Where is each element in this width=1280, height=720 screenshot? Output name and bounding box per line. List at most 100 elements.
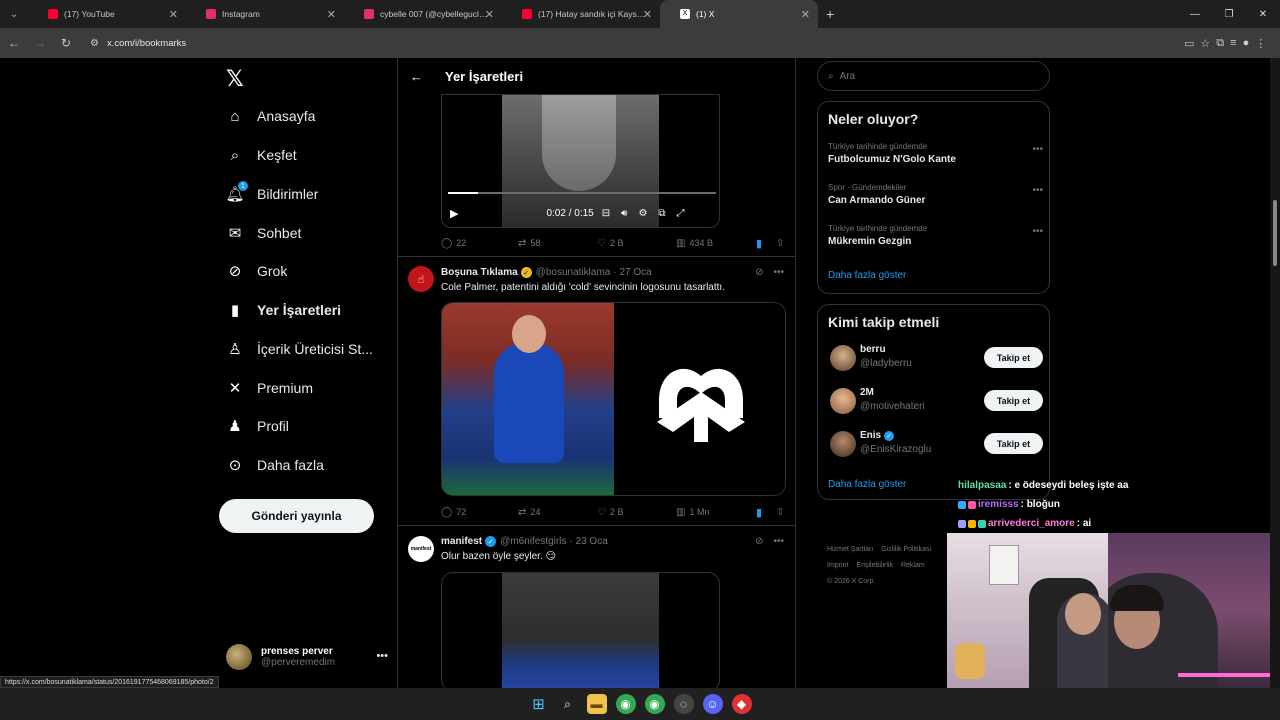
- forward-button[interactable]: →: [28, 31, 52, 55]
- reload-button[interactable]: ↻: [54, 31, 78, 55]
- more-icon[interactable]: •••: [376, 650, 388, 662]
- folder-icon[interactable]: ▬: [586, 694, 607, 714]
- reply-button[interactable]: ◯ 72: [441, 507, 518, 518]
- nav-bookmarks[interactable]: ▮ Yer İşaretleri: [226, 295, 341, 325]
- footer-link[interactable]: Imprint: [827, 562, 848, 569]
- tweet-date[interactable]: · 23 Oca: [569, 536, 607, 547]
- author-name[interactable]: Boşuna Tıklama: [441, 267, 518, 278]
- author-handle[interactable]: @bosunatiklama: [536, 267, 611, 278]
- back-arrow-icon[interactable]: ←: [410, 69, 423, 84]
- avatar[interactable]: ☝: [408, 266, 434, 292]
- like-button[interactable]: ♡ 2 B: [597, 238, 676, 249]
- logo-photo[interactable]: [614, 303, 785, 495]
- avatar[interactable]: manifest: [408, 536, 434, 562]
- footer-link[interactable]: Reklam: [901, 562, 925, 569]
- video-player[interactable]: ▶ 0:02 / 0:15 ⊟ 🔊︎ ⚙ ⧉ ⤢: [441, 94, 720, 228]
- settings-icon[interactable]: ⚙: [638, 208, 647, 219]
- share-icon[interactable]: ⇧: [776, 507, 784, 518]
- page-scrollbar[interactable]: [1270, 58, 1280, 688]
- footer-link[interactable]: Hizmet Şartları: [827, 546, 873, 553]
- tweet-photo[interactable]: [441, 302, 786, 496]
- new-tab-button[interactable]: +: [826, 6, 834, 22]
- close-icon[interactable]: ✕: [327, 8, 336, 21]
- post-button[interactable]: Gönderi yayınla: [219, 499, 374, 533]
- player-photo[interactable]: [442, 303, 614, 495]
- nav-chat[interactable]: ✉ Sohbet: [226, 218, 302, 248]
- close-icon[interactable]: ✕: [485, 8, 494, 21]
- nav-grok[interactable]: ⊘ Grok: [226, 256, 288, 286]
- close-icon[interactable]: ✕: [801, 8, 810, 21]
- nav-home[interactable]: ⌂ Anasayfa: [226, 101, 315, 131]
- x-logo-icon[interactable]: 𝕏: [226, 66, 244, 92]
- more-icon[interactable]: •••: [1032, 226, 1043, 237]
- more-icon[interactable]: •••: [1032, 185, 1043, 196]
- tab-instagram[interactable]: Instagram ✕: [186, 0, 344, 28]
- captions-icon[interactable]: ⊟: [602, 208, 610, 219]
- pip-icon[interactable]: ⧉: [658, 208, 665, 219]
- chrome-icon[interactable]: ◉: [615, 694, 636, 714]
- follow-suggestion[interactable]: Enis ✓ @EnisKirazoglu Takip et: [828, 429, 1043, 461]
- follow-suggestion[interactable]: 2M @motivehateri Takip et: [828, 386, 1043, 418]
- grok-icon[interactable]: ⊘: [755, 267, 763, 278]
- like-button[interactable]: ♡ 2 B: [597, 507, 676, 518]
- repost-button[interactable]: ⇄ 24: [518, 507, 597, 518]
- search-input[interactable]: ⌕ Ara: [817, 61, 1050, 91]
- play-icon[interactable]: ▶: [450, 207, 458, 220]
- close-window-button[interactable]: ✕: [1246, 0, 1280, 28]
- share-icon[interactable]: ⇧: [776, 238, 784, 249]
- more-icon[interactable]: •••: [773, 536, 784, 547]
- obs-icon[interactable]: ◌: [673, 694, 694, 714]
- restore-button[interactable]: ❐: [1212, 0, 1246, 28]
- nav-explore[interactable]: ⌕ Keşfet: [226, 140, 297, 170]
- views-button[interactable]: ▥ 1 Mn: [676, 507, 756, 518]
- back-button[interactable]: ←: [2, 31, 26, 55]
- puzzle-icon[interactable]: ⧉: [1216, 37, 1224, 50]
- discord-icon[interactable]: ☺: [702, 694, 723, 714]
- trend-item[interactable]: Türkiye tarihinde gündemde Mükremin Gezg…: [828, 224, 1043, 247]
- footer-link[interactable]: Erişilebilirlik: [856, 562, 893, 569]
- volume-icon[interactable]: 🔊︎: [621, 208, 627, 219]
- menu-icon[interactable]: ⋮: [1255, 37, 1266, 50]
- video-progress[interactable]: [448, 192, 716, 194]
- nav-notifications[interactable]: 🔔︎ 1 Bildirimler: [225, 179, 318, 209]
- app-icon[interactable]: ◆: [731, 694, 752, 714]
- show-more-link[interactable]: Daha fazla göster: [828, 270, 906, 281]
- follow-button[interactable]: Takip et: [984, 347, 1043, 368]
- account-switcher[interactable]: prenses perver @perveremedim •••: [226, 642, 396, 672]
- follow-button[interactable]: Takip et: [984, 390, 1043, 411]
- media-icon[interactable]: ≡: [1230, 37, 1236, 50]
- bookmark-icon[interactable]: ▮: [756, 506, 776, 519]
- grok-icon[interactable]: ⊘: [755, 536, 763, 547]
- minimize-button[interactable]: —: [1178, 0, 1212, 28]
- scrollbar-thumb[interactable]: [1273, 200, 1277, 266]
- trend-item[interactable]: Türkiye tarihinde gündemde Futbolcumuz N…: [828, 142, 1043, 165]
- views-button[interactable]: ▥ 434 B: [676, 238, 756, 249]
- chrome-icon[interactable]: ◉: [644, 694, 665, 714]
- reply-button[interactable]: ◯ 22: [441, 238, 518, 249]
- tab-x[interactable]: X (1) X ✕: [660, 0, 818, 28]
- repost-button[interactable]: ⇄ 58: [518, 238, 597, 249]
- author-name[interactable]: manifest: [441, 536, 482, 547]
- tab-search-icon[interactable]: ⌄: [0, 0, 28, 28]
- trend-item[interactable]: Spor · Gündemdekiler Can Armando Güner •…: [828, 183, 1043, 206]
- url-field[interactable]: ⚙ x.com/i/bookmarks: [84, 31, 1174, 55]
- search-icon[interactable]: ⌕: [558, 694, 578, 714]
- more-icon[interactable]: •••: [1032, 144, 1043, 155]
- show-more-link[interactable]: Daha fazla göster: [828, 479, 906, 490]
- close-icon[interactable]: ✕: [643, 8, 652, 21]
- profile-icon[interactable]: ●: [1243, 37, 1250, 50]
- close-icon[interactable]: ✕: [169, 8, 178, 21]
- windows-start-icon[interactable]: ⊞: [529, 694, 549, 714]
- site-info-icon[interactable]: ⚙: [90, 38, 99, 49]
- cast-icon[interactable]: ▭: [1184, 37, 1194, 50]
- tab-youtube[interactable]: (17) YouTube ✕: [28, 0, 186, 28]
- fullscreen-icon[interactable]: ⤢: [677, 208, 685, 219]
- tweet-video[interactable]: [441, 572, 720, 688]
- nav-premium[interactable]: ✕ Premium: [226, 373, 313, 403]
- nav-profile[interactable]: ♟ Profil: [226, 411, 289, 441]
- bookmark-icon[interactable]: ▮: [756, 237, 776, 250]
- follow-button[interactable]: Takip et: [984, 433, 1043, 454]
- author-handle[interactable]: @m6nifestgirls: [500, 536, 566, 547]
- tweet-date[interactable]: · 27 Oca: [613, 267, 651, 278]
- star-icon[interactable]: ☆: [1200, 37, 1210, 50]
